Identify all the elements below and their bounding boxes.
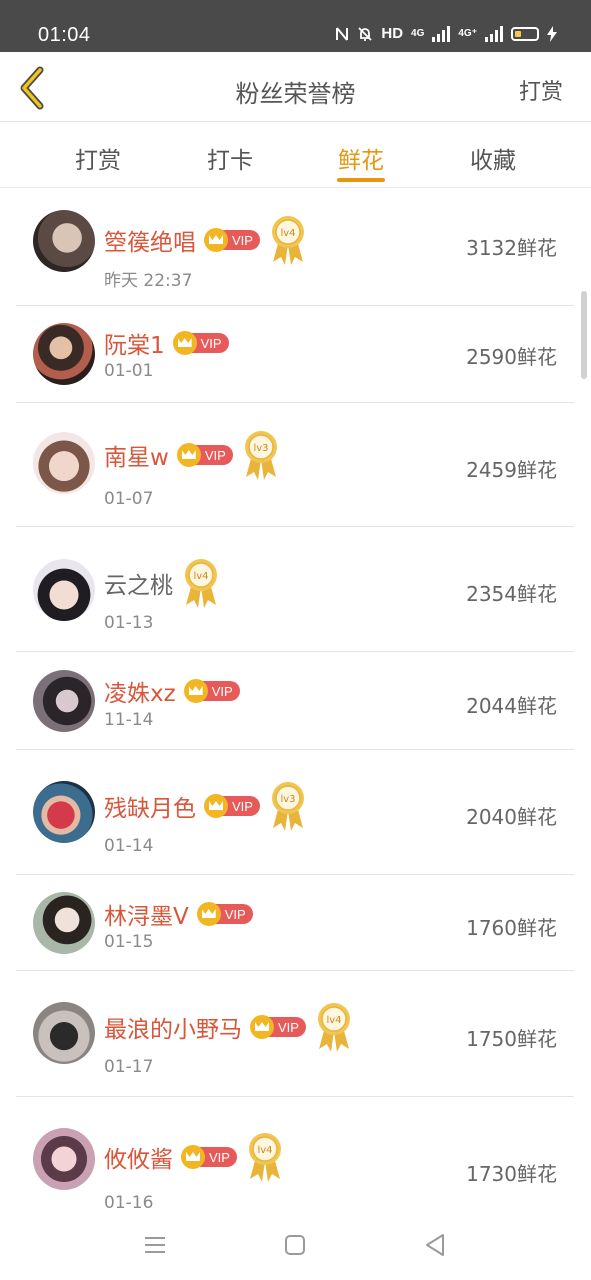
system-nav-bar — [0, 1208, 591, 1280]
last-active-date: 01-07 — [104, 489, 154, 509]
menu-icon[interactable] — [140, 1230, 170, 1260]
vip-badge: VIP — [204, 228, 260, 252]
signal-icon — [432, 25, 451, 42]
battery-icon — [511, 26, 539, 41]
tab-favorites[interactable]: 收藏 — [443, 141, 543, 175]
flower-count: 1760鲜花 — [466, 916, 557, 940]
charging-icon — [547, 25, 557, 42]
status-icons: HD 4G 4G⁺ — [335, 25, 557, 42]
list-item[interactable]: 最浪的小野马 VIP lv4 01-17 1750鲜花 — [16, 971, 574, 1097]
list-scrollbar[interactable] — [581, 291, 587, 379]
svg-text:lv4: lv4 — [193, 571, 208, 582]
user-name[interactable]: 凌姝xz — [104, 674, 176, 708]
last-active-date: 昨天 22:37 — [104, 271, 193, 291]
tab-active-indicator — [337, 178, 385, 182]
network-4g-plus-label: 4G⁺ — [458, 28, 477, 39]
user-name[interactable]: 最浪的小野马 — [104, 1010, 242, 1044]
mute-bell-icon — [358, 26, 372, 41]
crown-icon — [204, 228, 228, 252]
level-medal-icon: lv4 — [317, 1003, 350, 1052]
page-title: 粉丝荣誉榜 — [235, 80, 356, 108]
user-name[interactable]: 南星w — [104, 438, 169, 472]
list-item[interactable]: 阮棠1 VIP 01-01 2590鲜花 — [16, 306, 574, 403]
vip-badge: VIP — [250, 1015, 306, 1039]
status-bar: 01:04 HD 4G 4G⁺ — [0, 0, 591, 52]
vip-badge: VIP — [196, 902, 253, 926]
last-active-date: 11-14 — [104, 710, 154, 730]
list-item[interactable]: 残缺月色 VIP lv3 01-14 2040鲜花 — [16, 750, 574, 875]
flower-count: 1730鲜花 — [466, 1162, 557, 1186]
vip-badge: VIP — [183, 679, 240, 703]
list-item[interactable]: 攸攸酱 VIP lv4 01-16 1730鲜花 — [16, 1097, 574, 1215]
avatar[interactable] — [33, 432, 95, 494]
last-active-date: 01-01 — [104, 361, 154, 381]
crown-icon — [181, 1145, 205, 1169]
flower-count: 2459鲜花 — [466, 458, 557, 482]
last-active-date: 01-17 — [104, 1057, 154, 1077]
avatar[interactable] — [33, 559, 95, 621]
user-name[interactable]: 攸攸酱 — [104, 1140, 173, 1174]
avatar[interactable] — [33, 892, 95, 954]
level-medal-icon: lv4 — [185, 559, 217, 608]
crown-icon — [176, 443, 201, 467]
last-active-date: 01-15 — [104, 932, 154, 952]
avatar[interactable] — [33, 1128, 95, 1190]
tab-flowers[interactable]: 鲜花 — [311, 141, 411, 175]
vip-badge: VIP — [181, 1145, 237, 1169]
vip-badge: VIP — [172, 331, 229, 355]
tab-bar: 打赏 打卡 鲜花 收藏 — [0, 123, 591, 188]
user-name[interactable]: 阮棠1 — [104, 326, 165, 360]
flower-count: 2040鲜花 — [466, 805, 557, 829]
list-item[interactable]: 南星w VIP lv3 01-07 2459鲜花 — [16, 403, 574, 527]
nfc-icon — [336, 26, 349, 41]
reward-button[interactable]: 打赏 — [519, 74, 563, 106]
crown-icon — [183, 679, 208, 703]
avatar[interactable] — [33, 210, 95, 272]
network-4g-label: 4G — [411, 28, 425, 39]
user-name[interactable]: 云之桃 — [104, 566, 173, 600]
vip-badge: VIP — [204, 794, 260, 818]
flower-count: 3132鲜花 — [466, 236, 557, 260]
flower-count: 1750鲜花 — [466, 1027, 557, 1051]
level-medal-icon: lv4 — [271, 216, 304, 265]
avatar[interactable] — [33, 323, 95, 385]
level-medal-icon: lv4 — [248, 1133, 281, 1182]
avatar[interactable] — [33, 670, 95, 732]
crown-icon — [204, 794, 228, 818]
status-time: 01:04 — [38, 24, 91, 46]
home-icon[interactable] — [280, 1230, 310, 1260]
flower-count: 2590鲜花 — [466, 345, 557, 369]
last-active-date: 01-14 — [104, 836, 154, 856]
crown-icon — [172, 331, 197, 355]
avatar[interactable] — [33, 781, 95, 843]
crown-icon — [196, 902, 221, 926]
user-name[interactable]: 箜篌绝唱 — [104, 223, 196, 257]
list-item[interactable]: 箜篌绝唱 VIP lv4 昨天 22:37 3132鲜花 — [16, 188, 574, 306]
hd-indicator: HD — [381, 25, 404, 42]
tab-reward[interactable]: 打赏 — [48, 141, 148, 175]
crown-icon — [250, 1015, 274, 1039]
svg-text:lv3: lv3 — [253, 443, 268, 454]
svg-text:lv3: lv3 — [280, 794, 295, 805]
list-item[interactable]: 凌姝xz VIP 11-14 2044鲜花 — [16, 652, 574, 750]
svg-text:lv4: lv4 — [257, 1145, 272, 1156]
svg-text:lv4: lv4 — [280, 228, 295, 239]
tab-checkin[interactable]: 打卡 — [180, 141, 280, 175]
app-header: 粉丝荣誉榜 打赏 — [0, 52, 591, 122]
flower-count: 2044鲜花 — [466, 694, 557, 718]
flower-count: 2354鲜花 — [466, 582, 557, 606]
back-triangle-icon[interactable] — [420, 1230, 450, 1260]
vip-badge: VIP — [176, 443, 233, 467]
fan-ranking-list: 箜篌绝唱 VIP lv4 昨天 22:37 3132鲜花 阮棠1 VIP 01-… — [16, 188, 574, 1215]
svg-text:lv4: lv4 — [326, 1015, 341, 1026]
user-name[interactable]: 残缺月色 — [104, 789, 196, 823]
avatar[interactable] — [33, 1002, 95, 1064]
signal-icon-2 — [485, 25, 503, 42]
list-item[interactable]: 林浔墨V VIP 01-15 1760鲜花 — [16, 875, 574, 971]
last-active-date: 01-13 — [104, 613, 154, 633]
user-name[interactable]: 林浔墨V — [104, 897, 189, 931]
level-medal-icon: lv3 — [244, 431, 277, 480]
list-item[interactable]: 云之桃 lv4 01-13 2354鲜花 — [16, 527, 574, 652]
level-medal-icon: lv3 — [271, 782, 304, 831]
